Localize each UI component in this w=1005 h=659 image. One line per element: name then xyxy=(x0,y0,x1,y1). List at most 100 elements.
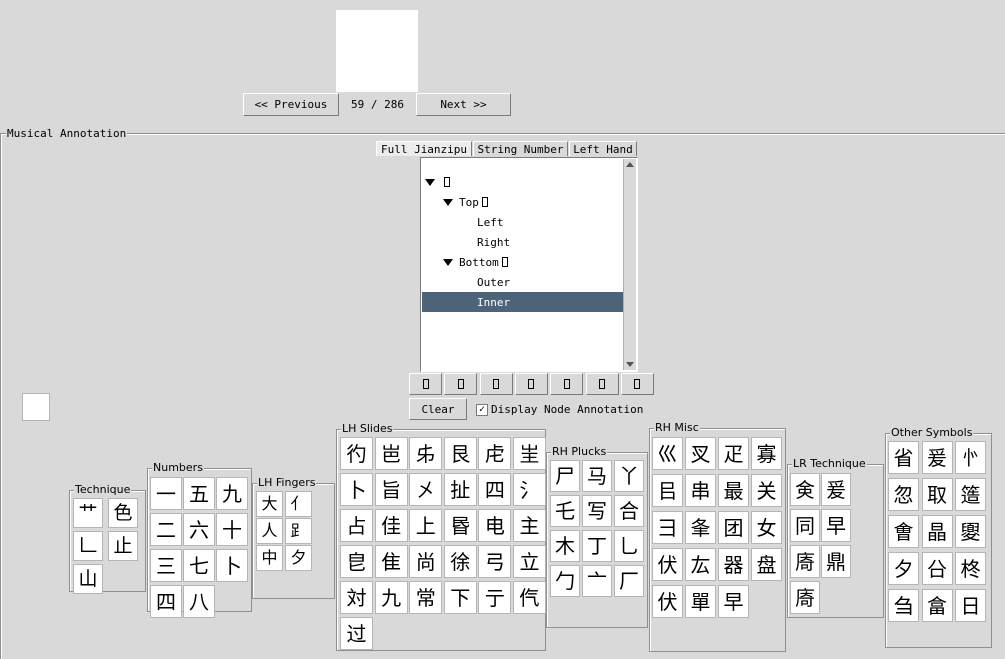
component-button[interactable] xyxy=(621,373,654,395)
rh-misc-glyph-button[interactable]: 伏 xyxy=(652,548,683,581)
lh-fingers-glyph-button[interactable]: 夕 xyxy=(285,545,312,571)
rh-misc-glyph-button[interactable]: 單 xyxy=(685,585,716,618)
rh-misc-glyph-button[interactable]: 伏 xyxy=(652,585,683,618)
lh-fingers-glyph-button[interactable]: 大 xyxy=(256,491,283,517)
rh-misc-glyph-button[interactable]: 器 xyxy=(718,548,749,581)
component-button[interactable] xyxy=(550,373,583,395)
numbers-glyph-button[interactable]: 五 xyxy=(183,477,215,510)
lr-technique-glyph-button[interactable]: 㢊 xyxy=(790,545,820,578)
rh-misc-glyph-button[interactable]: 巛 xyxy=(652,437,683,470)
rh-plucks-glyph-button[interactable]: 乇 xyxy=(550,495,580,527)
numbers-glyph-button[interactable]: 十 xyxy=(216,513,248,546)
rh-plucks-glyph-button[interactable]: 合 xyxy=(614,495,644,527)
tree-scrollbar[interactable] xyxy=(623,159,636,370)
lh-slides-glyph-button[interactable]: 四 xyxy=(478,473,511,506)
expand-triangle-icon[interactable] xyxy=(425,179,435,186)
other-symbols-glyph-button[interactable]: 畣 xyxy=(922,589,953,622)
checkbox-check-icon[interactable]: ✓ xyxy=(476,404,488,416)
lh-slides-glyph-button[interactable]: 电 xyxy=(478,509,511,542)
tab-string-number[interactable]: String Number xyxy=(473,141,568,156)
numbers-glyph-button[interactable]: 九 xyxy=(216,477,248,510)
lh-slides-glyph-button[interactable]: 扯 xyxy=(444,473,477,506)
lh-slides-glyph-button[interactable]: 㐅 xyxy=(409,473,442,506)
rh-misc-glyph-button[interactable]: 夆 xyxy=(685,511,716,544)
lh-slides-glyph-button[interactable]: 尚 xyxy=(409,545,442,578)
numbers-glyph-button[interactable]: 卜 xyxy=(216,549,248,582)
rh-misc-glyph-button[interactable]: 团 xyxy=(718,511,749,544)
lh-slides-glyph-button[interactable]: 𠂔 xyxy=(409,437,442,470)
tree-node[interactable]: Right xyxy=(422,232,623,252)
lh-slides-glyph-button[interactable]: 氵 xyxy=(513,473,546,506)
lh-slides-glyph-button[interactable]: 常 xyxy=(409,581,442,614)
rh-plucks-glyph-button[interactable]: 丁 xyxy=(582,530,612,562)
rh-misc-glyph-button[interactable]: 㠯 xyxy=(652,474,683,507)
tree-node[interactable]: Left xyxy=(422,212,623,232)
rh-plucks-glyph-button[interactable]: 尸 xyxy=(550,460,580,492)
lh-slides-glyph-button[interactable]: 徐 xyxy=(444,545,477,578)
other-symbols-glyph-button[interactable]: 忽 xyxy=(888,478,919,511)
lh-slides-glyph-button[interactable]: 亍 xyxy=(478,581,511,614)
lh-slides-glyph-button[interactable]: 虍 xyxy=(478,437,511,470)
numbers-glyph-button[interactable]: 二 xyxy=(150,513,182,546)
lh-fingers-glyph-button[interactable]: 中 xyxy=(256,545,283,571)
rh-misc-glyph-button[interactable]: 彐 xyxy=(652,511,683,544)
lh-slides-glyph-button[interactable]: 主 xyxy=(513,509,546,542)
component-button[interactable] xyxy=(586,373,619,395)
annotation-tree[interactable]: Top Left Right Bottom Outer Inner xyxy=(420,157,638,372)
tree-node[interactable]: Inner xyxy=(422,292,623,312)
rh-misc-glyph-button[interactable]: 早 xyxy=(718,585,749,618)
rh-plucks-glyph-button[interactable]: 乚 xyxy=(614,530,644,562)
rh-misc-glyph-button[interactable]: 㕚 xyxy=(685,437,716,470)
technique-glyph-button[interactable]: 止 xyxy=(108,531,138,561)
lh-slides-glyph-button[interactable]: 㞷 xyxy=(513,437,546,470)
lh-slides-glyph-button[interactable]: 立 xyxy=(513,545,546,578)
rh-plucks-glyph-button[interactable]: 木 xyxy=(550,530,580,562)
other-symbols-glyph-button[interactable]: 㕣 xyxy=(922,552,953,585)
rh-misc-glyph-button[interactable]: 疋 xyxy=(718,437,749,470)
lh-slides-glyph-button[interactable]: 弓 xyxy=(478,545,511,578)
lr-technique-glyph-button[interactable]: 鼎 xyxy=(821,545,851,578)
other-symbols-glyph-button[interactable]: 取 xyxy=(922,478,953,511)
rh-misc-glyph-button[interactable]: 女 xyxy=(751,511,782,544)
other-symbols-glyph-button[interactable]: 簉 xyxy=(955,478,986,511)
lh-slides-glyph-button[interactable]: 过 xyxy=(340,617,373,650)
display-node-annotation-checkbox[interactable]: ✓ Display Node Annotation xyxy=(476,403,643,416)
rh-plucks-glyph-button[interactable]: 丫 xyxy=(614,460,644,492)
other-symbols-glyph-button[interactable]: 柊 xyxy=(955,552,986,585)
lh-fingers-glyph-button[interactable]: 人 xyxy=(256,518,283,544)
lh-slides-glyph-button[interactable]: 皀 xyxy=(340,545,373,578)
numbers-glyph-button[interactable]: 三 xyxy=(150,549,182,582)
other-symbols-glyph-button[interactable]: 刍 xyxy=(888,589,919,622)
numbers-glyph-button[interactable]: 八 xyxy=(183,585,215,618)
technique-glyph-button[interactable]: 色 xyxy=(108,498,138,528)
lr-technique-glyph-button[interactable]: 爰 xyxy=(821,473,851,506)
other-symbols-glyph-button[interactable]: 夕 xyxy=(888,552,919,585)
rh-misc-glyph-button[interactable]: 关 xyxy=(751,474,782,507)
tree-node[interactable]: Top xyxy=(422,192,623,212)
other-symbols-glyph-button[interactable]: 晶 xyxy=(922,515,953,548)
tree-node[interactable] xyxy=(422,172,623,192)
other-symbols-glyph-button[interactable]: 日 xyxy=(955,589,986,622)
lr-technique-glyph-button[interactable]: 早 xyxy=(821,509,851,542)
component-button[interactable] xyxy=(480,373,513,395)
lh-slides-glyph-button[interactable]: 下 xyxy=(444,581,477,614)
lh-slides-glyph-button[interactable]: 佳 xyxy=(375,509,408,542)
component-button[interactable] xyxy=(515,373,548,395)
other-symbols-glyph-button[interactable]: 省 xyxy=(888,441,919,474)
rh-misc-glyph-button[interactable]: 串 xyxy=(685,474,716,507)
lh-slides-glyph-button[interactable]: 彴 xyxy=(340,437,373,470)
other-symbols-glyph-button[interactable]: 㣺 xyxy=(955,441,986,474)
rh-plucks-glyph-button[interactable]: 写 xyxy=(582,495,612,527)
lr-technique-glyph-button[interactable]: 同 xyxy=(790,509,820,542)
lh-slides-glyph-button[interactable]: 隹 xyxy=(375,545,408,578)
numbers-glyph-button[interactable]: 一 xyxy=(150,477,182,510)
technique-glyph-button[interactable]: 𠃊 xyxy=(73,531,103,561)
lh-slides-glyph-button[interactable]: 艮 xyxy=(444,437,477,470)
rh-plucks-glyph-button[interactable]: 马 xyxy=(582,460,612,492)
rh-misc-glyph-button[interactable]: 盘 xyxy=(751,548,782,581)
lh-fingers-glyph-button[interactable]: 亻 xyxy=(285,491,312,517)
lr-technique-glyph-button[interactable]: 㢊 xyxy=(790,581,820,614)
other-symbols-glyph-button[interactable]: 㑹 xyxy=(888,515,919,548)
rh-misc-glyph-button[interactable]: 最 xyxy=(718,474,749,507)
previous-button[interactable]: << Previous xyxy=(243,93,339,116)
